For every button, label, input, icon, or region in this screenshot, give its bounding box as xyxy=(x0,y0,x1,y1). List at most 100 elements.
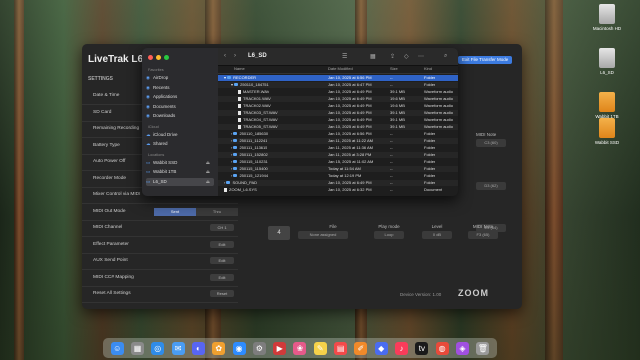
search-icon[interactable]: ⌕ xyxy=(444,53,447,60)
podcasts-icon[interactable]: ◈ xyxy=(455,341,469,355)
file-row[interactable]: › SOUND_PAD Jan 10, 2025 at 6:49 PM -- Fold… xyxy=(218,180,458,186)
safari-icon[interactable]: ◎ xyxy=(151,341,165,355)
folder-icon xyxy=(233,146,238,150)
tv-icon[interactable]: tv xyxy=(415,341,429,355)
sidebar-item-shared[interactable]: ☁ Shared xyxy=(146,140,214,148)
settings-control-button[interactable]: Edit xyxy=(210,257,234,264)
media-icon[interactable]: ▶ xyxy=(273,341,287,355)
trash-icon[interactable]: 🗑 xyxy=(476,341,490,355)
col-size[interactable]: Size xyxy=(390,65,398,73)
midi-out-option[interactable]: Sent xyxy=(154,207,196,216)
file-row[interactable]: TRACK05_ST.WAV Jan 10, 2025 at 6:49 PM 39.… xyxy=(218,124,458,130)
chrome-icon[interactable]: ◍ xyxy=(435,341,449,355)
zoom-button[interactable] xyxy=(164,55,169,60)
pages-icon[interactable]: ✐ xyxy=(354,341,368,355)
desktop-drive-icon[interactable]: Wabbit SSD xyxy=(586,118,628,145)
settings-row[interactable]: MIDI CC# Mapping Edit xyxy=(82,270,238,287)
minimize-button[interactable] xyxy=(156,55,161,60)
level-dropdown[interactable]: 0 dB xyxy=(422,231,452,239)
eject-icon[interactable]: ⏏ xyxy=(206,168,210,176)
midi-note-dropdown[interactable]: F3 (65) xyxy=(468,231,498,239)
settings-row[interactable]: MIDI Channel CH 1 xyxy=(82,220,238,237)
settings-control-button[interactable]: Edit xyxy=(210,273,234,281)
settings-control-button[interactable]: CH 1 xyxy=(210,224,234,231)
file-row[interactable]: › 250111_113615 Jan 11, 2025 at 11:36 AM -… xyxy=(218,145,458,151)
more-icon[interactable]: ⋯ xyxy=(418,53,424,60)
file-date-cell: Jan 11, 2025 at 11:36 AM xyxy=(328,145,373,150)
file-row[interactable]: › 250111_112241 Jan 11, 2025 at 11:22 AM -… xyxy=(218,138,458,144)
notes-icon[interactable]: ✎ xyxy=(313,341,327,355)
finder-icon[interactable]: ☺ xyxy=(110,341,124,355)
file-row[interactable]: › 250111_152802 Jan 11, 2025 at 3:28 PM --… xyxy=(218,152,458,158)
sidebar-item-label: iCloud Drive xyxy=(153,131,178,137)
file-row[interactable]: ZOOM_L6.SYS Jan 10, 2025 at 6:32 PM -- Docu… xyxy=(218,187,458,193)
file-icon xyxy=(238,96,241,101)
app-icon[interactable]: ◆ xyxy=(374,341,388,355)
window-controls xyxy=(148,55,169,60)
file-name-cell: TRACK03_ST.WAV xyxy=(238,110,278,116)
calendar-icon[interactable]: ▤ xyxy=(334,341,348,355)
sidebar-item-icloud-drive[interactable]: ☁ iCloud Drive xyxy=(146,131,214,139)
midi-note-dropdown[interactable]: D3 (62) xyxy=(476,182,506,190)
settings-row[interactable]: Effect Parameter Edit xyxy=(82,237,238,254)
file-row[interactable]: ▾ RECORDER Jan 10, 2025 at 6:56 PM -- Folde… xyxy=(218,75,458,81)
desktop-drive-icon[interactable]: L6_SD xyxy=(586,48,628,75)
file-name-cell: › 250115_115400 xyxy=(231,166,268,172)
midi-out-toggle[interactable]: Sent Thru xyxy=(154,207,238,216)
settings-control-button[interactable]: Edit xyxy=(210,240,234,248)
sidebar-item-wabbit-1tb[interactable]: ▭ Wabbit 1TB ⏏ xyxy=(146,168,214,176)
zoom-icon[interactable]: ◉ xyxy=(232,341,246,355)
mail-icon[interactable]: ✉ xyxy=(171,341,185,355)
settings-row[interactable]: AUX Send Point Edit xyxy=(82,253,238,270)
discord-icon[interactable]: ◐ xyxy=(191,341,205,355)
play-mode-dropdown[interactable]: Loop xyxy=(374,231,404,239)
col-kind[interactable]: Kind xyxy=(424,65,432,73)
settings-icon[interactable]: ⚙ xyxy=(252,341,266,355)
grid-view-icon[interactable]: ▦ xyxy=(370,53,376,60)
settings-row[interactable]: MIDI Out Mode Sent Thru xyxy=(82,204,238,221)
file-date-cell: Jan 10, 2025 at 6:56 PM xyxy=(328,75,372,80)
file-row[interactable]: › 250115_110231 Jan 15, 2025 at 11:02 AM -… xyxy=(218,159,458,165)
sidebar-item-airdrop[interactable]: ◉ AirDrop xyxy=(146,74,214,82)
forward-icon[interactable]: › xyxy=(234,53,236,59)
file-row[interactable]: › 250115_115400 Today at 11:54 AM -- Folder xyxy=(218,166,458,172)
back-icon[interactable]: ‹ xyxy=(224,53,226,59)
midi-note-dropdown[interactable]: C3 (60) xyxy=(476,139,506,147)
sidebar-item-documents[interactable]: ◉ Documents xyxy=(146,103,214,111)
midi-out-option[interactable]: Thru xyxy=(196,207,238,216)
sidebar-item-recents[interactable]: ◉ Recents xyxy=(146,84,214,92)
tag-icon[interactable]: ◇ xyxy=(404,53,409,60)
file-row[interactable]: TRACK04_ST.WAV Jan 10, 2025 at 6:49 PM 39.… xyxy=(218,117,458,123)
file-row[interactable]: › 250110_185630 Jan 10, 2025 at 6:56 PM --… xyxy=(218,131,458,137)
share-icon[interactable]: ⇪ xyxy=(390,53,395,60)
col-name[interactable]: Name xyxy=(234,65,245,73)
desktop-drive-icon[interactable]: Macintosh HD xyxy=(586,4,628,31)
photo-icon[interactable]: ❀ xyxy=(293,341,307,355)
file-date-cell: Jan 10, 2025 at 6:49 PM xyxy=(328,110,372,115)
col-date-modified[interactable]: Date Modified xyxy=(328,65,353,73)
eject-icon[interactable]: ⏏ xyxy=(206,159,210,167)
file-row[interactable]: TRACK03_ST.WAV Jan 10, 2025 at 6:49 PM 39.… xyxy=(218,110,458,116)
file-row[interactable]: MASTER.WAV Jan 10, 2025 at 6:49 PM 39.1 MB… xyxy=(218,89,458,95)
eject-icon[interactable]: ⏏ xyxy=(206,178,210,186)
close-button[interactable] xyxy=(148,55,153,60)
sidebar-item-l6-sd[interactable]: ▭ L6_SD ⏏ xyxy=(146,177,214,186)
exit-file-transfer-button[interactable]: Exit File Transfer Mode xyxy=(458,56,513,64)
file-row[interactable]: TRACK02.WAV Jan 10, 2025 at 6:49 PM 19.6 M… xyxy=(218,103,458,109)
list-view-icon[interactable]: ☰ xyxy=(342,53,347,60)
launchpad-icon[interactable]: ▦ xyxy=(130,341,144,355)
photos-icon[interactable]: ✿ xyxy=(212,341,226,355)
drive-icon xyxy=(599,118,615,138)
sidebar-item-applications[interactable]: ◉ Applications xyxy=(146,93,214,101)
settings-row[interactable]: Reset All Settings Reset xyxy=(82,286,238,303)
music-icon[interactable]: ♪ xyxy=(395,341,409,355)
file-dropdown[interactable]: None assigned xyxy=(298,231,348,239)
settings-control-button[interactable]: Reset xyxy=(210,290,234,297)
sidebar-item-wabbit-ssd[interactable]: ▭ Wabbit SSD ⏏ xyxy=(146,159,214,167)
file-row[interactable]: ▾ 250110_184751 Jan 10, 2025 at 6:47 PM --… xyxy=(218,82,458,88)
file-row[interactable]: TRACK01.WAV Jan 10, 2025 at 6:49 PM 19.6 M… xyxy=(218,96,458,102)
file-row[interactable]: › 250115_121944 Today at 12:19 PM -- Folder xyxy=(218,173,458,179)
desktop-drive-icon[interactable]: Wabbit 1TB xyxy=(586,92,628,119)
sidebar-item-downloads[interactable]: ◉ Downloads xyxy=(146,112,214,120)
drive-label: Wabbit SSD xyxy=(594,140,620,145)
